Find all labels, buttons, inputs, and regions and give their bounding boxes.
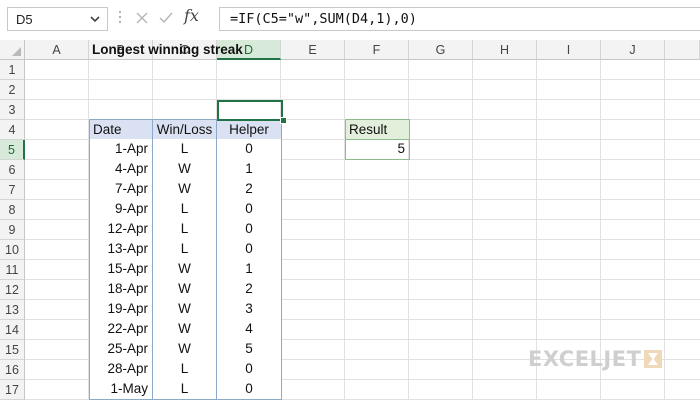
row-header-15[interactable]: 15 <box>0 340 25 360</box>
table-cell[interactable]: L <box>153 359 217 380</box>
gridline-vertical <box>344 60 345 400</box>
fill-handle[interactable] <box>280 117 287 124</box>
row-header-2[interactable]: 2 <box>0 80 25 100</box>
column-header-h[interactable]: H <box>473 40 537 60</box>
table-cell[interactable]: 5 <box>217 339 282 360</box>
row-header-12[interactable]: 12 <box>0 280 25 300</box>
table-cell[interactable]: W <box>153 339 217 360</box>
table-cell[interactable]: L <box>153 139 217 160</box>
gridline-horizontal <box>25 99 700 100</box>
formula-text: =IF(C5="w",SUM(D4,1),0) <box>230 11 417 27</box>
table-cell[interactable]: L <box>153 379 217 400</box>
table-cell[interactable]: 0 <box>217 219 282 240</box>
table-cell[interactable]: W <box>153 319 217 340</box>
row-header-10[interactable]: 10 <box>0 240 25 260</box>
table-cell[interactable]: 3 <box>217 299 282 320</box>
table-cell[interactable]: 12-Apr <box>89 219 153 240</box>
table-cell[interactable]: 15-Apr <box>89 259 153 280</box>
table-cell[interactable]: 2 <box>217 179 282 200</box>
table-header-cell[interactable]: Date <box>89 119 153 140</box>
name-box-value: D5 <box>16 12 33 27</box>
table-cell[interactable]: 7-Apr <box>89 179 153 200</box>
table-cell[interactable]: L <box>153 239 217 260</box>
row-header-17[interactable]: 17 <box>0 380 25 400</box>
sheet-title: Longest winning streak <box>92 42 243 57</box>
row-header-7[interactable]: 7 <box>0 180 25 200</box>
gridline-horizontal <box>25 79 700 80</box>
column-header-k[interactable] <box>665 40 700 60</box>
table-cell[interactable]: W <box>153 299 217 320</box>
row-header-4[interactable]: 4 <box>0 120 25 140</box>
gridline-vertical <box>664 60 665 400</box>
cancel-icon[interactable] <box>134 10 150 26</box>
column-header-j[interactable]: J <box>601 40 665 60</box>
table-cell[interactable]: 18-Apr <box>89 279 153 300</box>
table-cell[interactable]: 13-Apr <box>89 239 153 260</box>
table-cell[interactable]: 0 <box>217 139 282 160</box>
table-header-cell[interactable]: Helper <box>217 119 282 140</box>
table-cell[interactable]: 28-Apr <box>89 359 153 380</box>
table-cell[interactable]: 0 <box>217 239 282 260</box>
table-cell[interactable]: 1-Apr <box>89 139 153 160</box>
row-header-9[interactable]: 9 <box>0 220 25 240</box>
exceljet-logo: EXCELJET <box>528 345 663 373</box>
column-header-e[interactable]: E <box>281 40 345 60</box>
insert-function-icon[interactable]: fx <box>184 6 199 25</box>
logo-mark-icon <box>644 350 663 368</box>
row-header-3[interactable]: 3 <box>0 100 25 120</box>
row-header-1[interactable]: 1 <box>0 60 25 80</box>
result-label[interactable]: Result <box>345 119 410 140</box>
logo-text: EXCELJET <box>528 347 642 371</box>
formula-input[interactable]: =IF(C5="w",SUM(D4,1),0) <box>219 7 700 31</box>
table-cell[interactable]: 9-Apr <box>89 199 153 220</box>
name-box[interactable]: D5 <box>7 7 108 31</box>
gridline-vertical <box>408 60 409 400</box>
table-cell[interactable]: 4-Apr <box>89 159 153 180</box>
table-header-cell[interactable]: Win/Loss <box>153 119 217 140</box>
table-cell[interactable]: L <box>153 219 217 240</box>
table-cell[interactable]: 22-Apr <box>89 319 153 340</box>
table-cell[interactable]: 2 <box>217 279 282 300</box>
table-cell[interactable]: 0 <box>217 199 282 220</box>
table-cell[interactable]: 25-Apr <box>89 339 153 360</box>
table-cell[interactable]: W <box>153 159 217 180</box>
gridline-vertical <box>472 60 473 400</box>
active-cell-selection[interactable] <box>217 100 283 121</box>
table-cell[interactable]: 1 <box>217 259 282 280</box>
column-header-g[interactable]: G <box>409 40 473 60</box>
select-all-corner[interactable] <box>0 40 25 60</box>
table-cell[interactable]: 1-May <box>89 379 153 400</box>
table-cell[interactable]: 1 <box>217 159 282 180</box>
column-header-f[interactable]: F <box>345 40 409 60</box>
enter-check-icon[interactable] <box>158 10 174 26</box>
table-cell[interactable]: W <box>153 179 217 200</box>
formula-bar: D5 fx =IF(C5="w",SUM(D4,1),0) <box>0 0 700 38</box>
row-header-13[interactable]: 13 <box>0 300 25 320</box>
table-cell[interactable]: 4 <box>217 319 282 340</box>
row-header-6[interactable]: 6 <box>0 160 25 180</box>
table-cell[interactable]: W <box>153 279 217 300</box>
row-header-5[interactable]: 5 <box>0 140 25 160</box>
row-header-11[interactable]: 11 <box>0 260 25 280</box>
table-cell[interactable]: W <box>153 259 217 280</box>
row-header-14[interactable]: 14 <box>0 320 25 340</box>
column-header-a[interactable]: A <box>25 40 89 60</box>
row-header-16[interactable]: 16 <box>0 360 25 380</box>
row-header-8[interactable]: 8 <box>0 200 25 220</box>
result-value[interactable]: 5 <box>345 139 410 160</box>
table-cell[interactable]: L <box>153 199 217 220</box>
column-header-i[interactable]: I <box>537 40 601 60</box>
table-cell[interactable]: 0 <box>217 379 282 400</box>
table-cell[interactable]: 0 <box>217 359 282 380</box>
formula-bar-grip <box>119 11 121 29</box>
chevron-down-icon[interactable] <box>89 12 101 26</box>
table-cell[interactable]: 19-Apr <box>89 299 153 320</box>
